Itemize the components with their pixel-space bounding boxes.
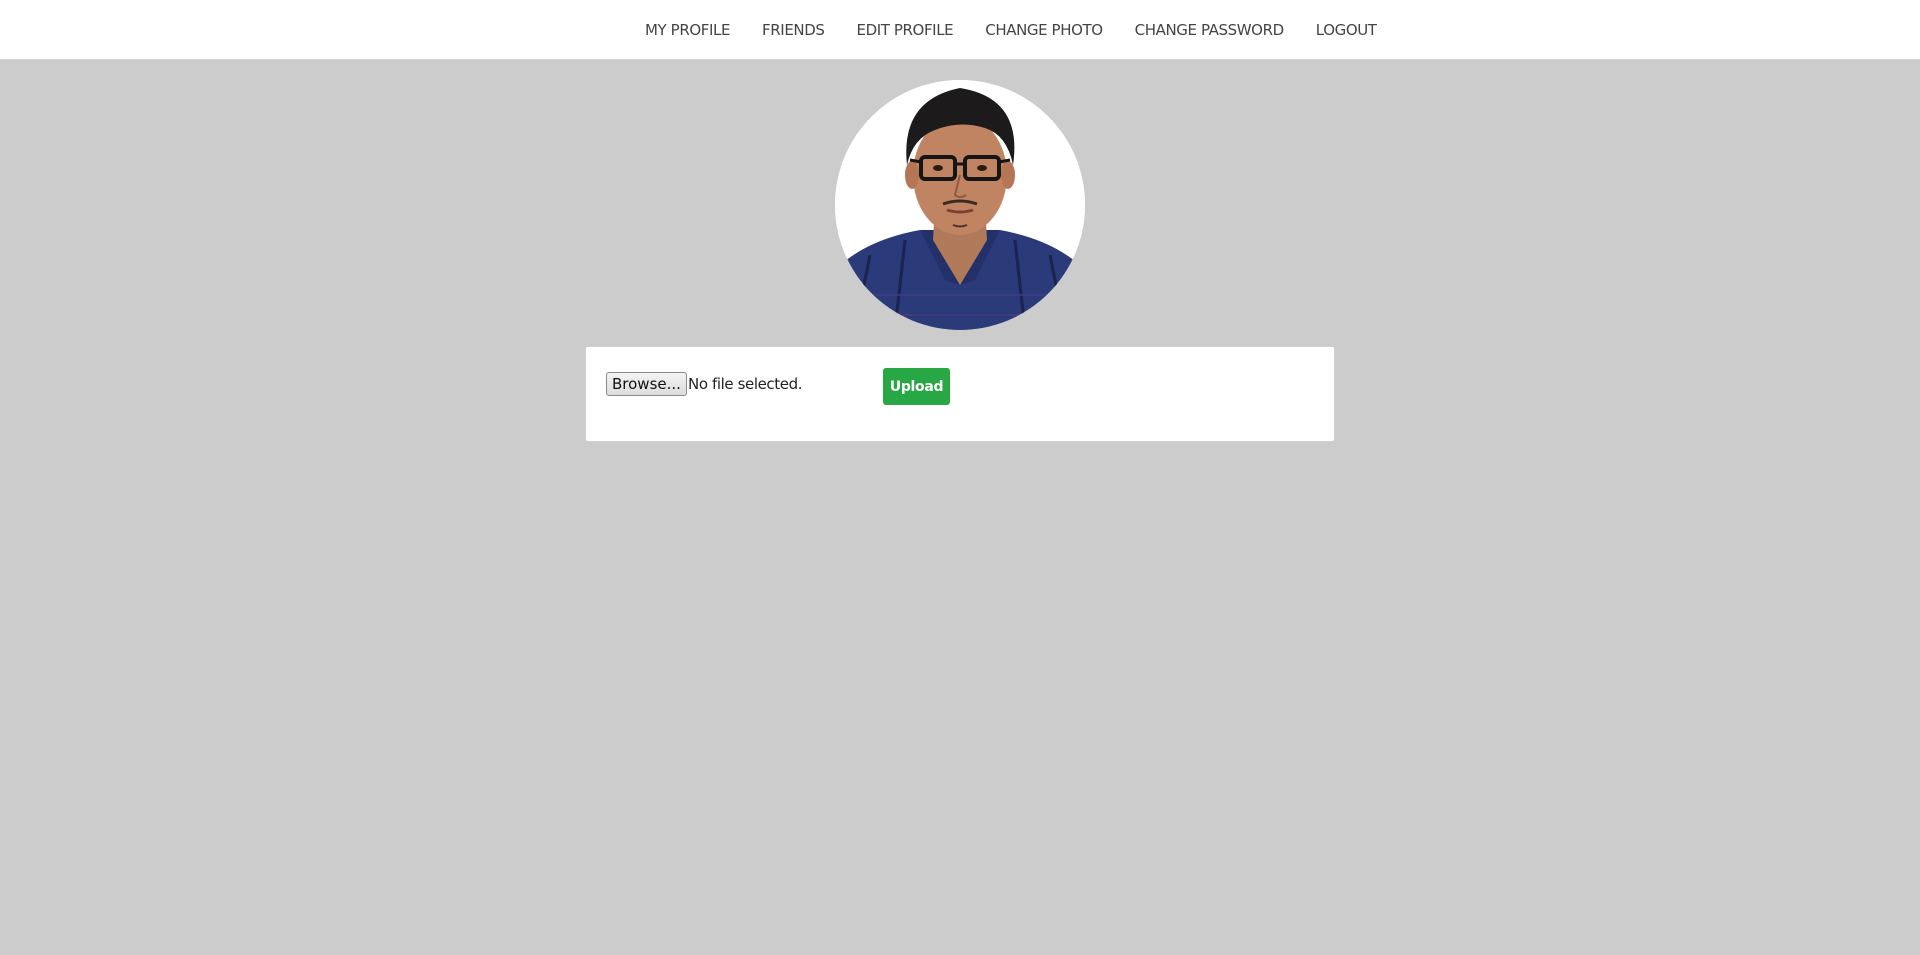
file-selection-status: No file selected.	[688, 375, 803, 393]
upload-photo-card: Browse... No file selected. Upload	[585, 346, 1335, 442]
nav-item-change-password[interactable]: CHANGE PASSWORD	[1135, 21, 1285, 39]
browse-file-button[interactable]: Browse...	[606, 372, 687, 396]
profile-photo	[835, 80, 1085, 330]
top-navigation-bar: MY PROFILE FRIENDS EDIT PROFILE CHANGE P…	[0, 0, 1920, 60]
nav-item-friends[interactable]: FRIENDS	[762, 21, 825, 39]
nav-menu: MY PROFILE FRIENDS EDIT PROFILE CHANGE P…	[645, 0, 1377, 60]
upload-button[interactable]: Upload	[883, 368, 950, 405]
nav-item-change-photo[interactable]: CHANGE PHOTO	[985, 21, 1103, 39]
nav-item-my-profile[interactable]: MY PROFILE	[645, 21, 730, 39]
nav-item-edit-profile[interactable]: EDIT PROFILE	[857, 21, 954, 39]
profile-photo-illustration	[835, 80, 1085, 330]
nav-item-logout[interactable]: LOGOUT	[1316, 21, 1377, 39]
